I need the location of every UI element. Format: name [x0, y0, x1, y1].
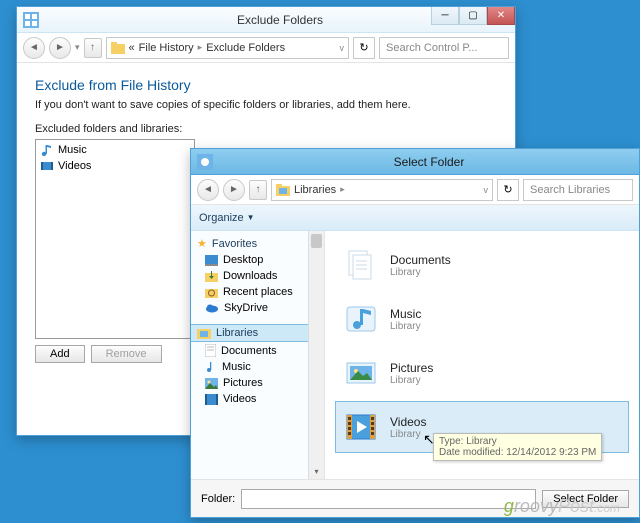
- chevron-right-icon: ▸: [198, 42, 203, 53]
- folder-content: DocumentsLibrary MusicLibrary PicturesLi…: [325, 231, 639, 479]
- breadcrumb-part[interactable]: Libraries: [294, 184, 336, 196]
- breadcrumb-part[interactable]: File History: [139, 42, 194, 54]
- address-bar[interactable]: Libraries ▸ v: [271, 179, 493, 201]
- favorites-group[interactable]: ★Favorites: [191, 235, 324, 252]
- dialog-icon: [197, 154, 213, 170]
- close-button[interactable]: ✕: [487, 7, 515, 25]
- nav-toolbar: ◄ ► ▾ ↑ « File History ▸ Exclude Folders…: [17, 33, 515, 63]
- list-item[interactable]: Videos: [38, 158, 192, 174]
- breadcrumb-root[interactable]: «: [129, 42, 135, 54]
- sidebar-item-downloads[interactable]: Downloads: [191, 268, 324, 284]
- folder-icon: [111, 42, 125, 54]
- search-input[interactable]: Search Libraries: [523, 179, 633, 201]
- search-input[interactable]: Search Control P...: [379, 37, 509, 59]
- address-dropdown[interactable]: v: [340, 43, 345, 53]
- dialog-footer: Folder: Select Folder: [191, 479, 639, 517]
- sidebar-item-documents[interactable]: Documents: [191, 342, 324, 359]
- star-icon: ★: [197, 237, 207, 250]
- select-folder-button[interactable]: Select Folder: [542, 490, 629, 508]
- documents-library-icon: [342, 246, 380, 284]
- library-item-music[interactable]: MusicLibrary: [335, 293, 629, 345]
- nav-toolbar: ◄ ► ↑ Libraries ▸ v ↻ Search Libraries: [191, 175, 639, 205]
- breadcrumb-part[interactable]: Exclude Folders: [206, 42, 285, 54]
- refresh-button[interactable]: ↻: [497, 179, 519, 201]
- list-item[interactable]: Music: [38, 142, 192, 158]
- videos-library-icon: [342, 408, 380, 446]
- folder-field-label: Folder:: [201, 493, 235, 505]
- downloads-icon: [205, 271, 218, 282]
- videos-icon: [40, 159, 54, 173]
- organize-toolbar: Organize▼: [191, 205, 639, 231]
- page-subheading: If you don't want to save copies of spec…: [35, 99, 497, 111]
- list-label: Excluded folders and libraries:: [35, 123, 497, 135]
- excluded-listbox[interactable]: Music Videos: [35, 139, 195, 339]
- minimize-button[interactable]: ─: [431, 7, 459, 25]
- page-heading: Exclude from File History: [35, 77, 497, 93]
- dialog-title: Select Folder: [219, 155, 639, 169]
- select-folder-dialog: Select Folder ◄ ► ↑ Libraries ▸ v ↻ Sear…: [190, 148, 640, 518]
- sidebar-item-recent[interactable]: Recent places: [191, 284, 324, 300]
- desktop-icon: [205, 255, 218, 266]
- sidebar-item-videos[interactable]: Videos: [191, 391, 324, 407]
- titlebar: Exclude Folders ─ ▢ ✕: [17, 7, 515, 33]
- music-icon: [205, 361, 217, 373]
- back-button[interactable]: ◄: [23, 37, 45, 59]
- music-icon: [40, 143, 54, 157]
- library-item-pictures[interactable]: PicturesLibrary: [335, 347, 629, 399]
- back-button[interactable]: ◄: [197, 179, 219, 201]
- forward-button[interactable]: ►: [49, 37, 71, 59]
- forward-button[interactable]: ►: [223, 179, 245, 201]
- sidebar-item-desktop[interactable]: Desktop: [191, 252, 324, 268]
- libraries-icon: [276, 184, 290, 196]
- address-bar[interactable]: « File History ▸ Exclude Folders v: [106, 37, 349, 59]
- scroll-down-icon[interactable]: ▾: [309, 463, 324, 479]
- sidebar-item-skydrive[interactable]: SkyDrive: [191, 300, 324, 316]
- folder-name-input[interactable]: [241, 489, 536, 509]
- up-button[interactable]: ↑: [84, 38, 102, 58]
- library-item-documents[interactable]: DocumentsLibrary: [335, 239, 629, 291]
- maximize-button[interactable]: ▢: [459, 7, 487, 25]
- pictures-icon: [205, 378, 218, 389]
- pictures-library-icon: [342, 354, 380, 392]
- music-library-icon: [342, 300, 380, 338]
- control-panel-icon: [23, 12, 39, 28]
- refresh-button[interactable]: ↻: [353, 37, 375, 59]
- navigation-pane: ★Favorites Desktop Downloads Recent plac…: [191, 231, 325, 479]
- recent-dropdown[interactable]: ▾: [75, 42, 80, 53]
- chevron-right-icon: ▸: [340, 184, 345, 195]
- scroll-thumb[interactable]: [311, 234, 322, 248]
- documents-icon: [205, 344, 216, 357]
- up-button[interactable]: ↑: [249, 180, 267, 200]
- titlebar: Select Folder: [191, 149, 639, 175]
- videos-icon: [205, 394, 218, 405]
- recent-icon: [205, 287, 218, 298]
- skydrive-icon: [205, 303, 219, 313]
- address-dropdown[interactable]: v: [484, 185, 489, 195]
- libraries-group[interactable]: Libraries: [191, 324, 324, 342]
- sidebar-item-pictures[interactable]: Pictures: [191, 375, 324, 391]
- libraries-icon: [197, 327, 211, 339]
- organize-menu[interactable]: Organize▼: [199, 212, 255, 224]
- tooltip: Type: Library Date modified: 12/14/2012 …: [433, 433, 602, 461]
- remove-button: Remove: [91, 345, 162, 363]
- sidebar-scrollbar[interactable]: ▴ ▾: [308, 231, 324, 479]
- sidebar-item-music[interactable]: Music: [191, 359, 324, 375]
- add-button[interactable]: Add: [35, 345, 85, 363]
